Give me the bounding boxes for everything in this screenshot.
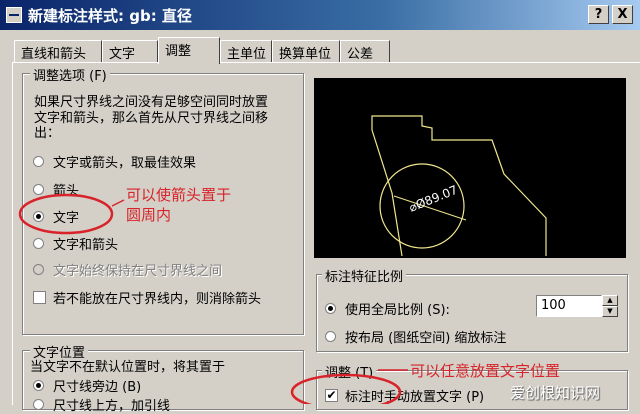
annotation-arrow-note: 可以使箭头置于 <box>126 186 232 204</box>
annotation-overlay <box>18 193 408 404</box>
highlight-ellipse-text-radio <box>18 193 114 235</box>
highlight-ellipse-manual-placement <box>290 373 402 404</box>
annotation-arrow-note: 圆周内 <box>126 206 172 224</box>
watermark-text: 爱创根知识网 <box>510 384 601 402</box>
annotation-leader-line <box>111 199 125 207</box>
annotation-manual-note: 可以任意放置文字位置 <box>410 362 561 380</box>
tab-fit[interactable]: 调整 <box>158 37 220 64</box>
